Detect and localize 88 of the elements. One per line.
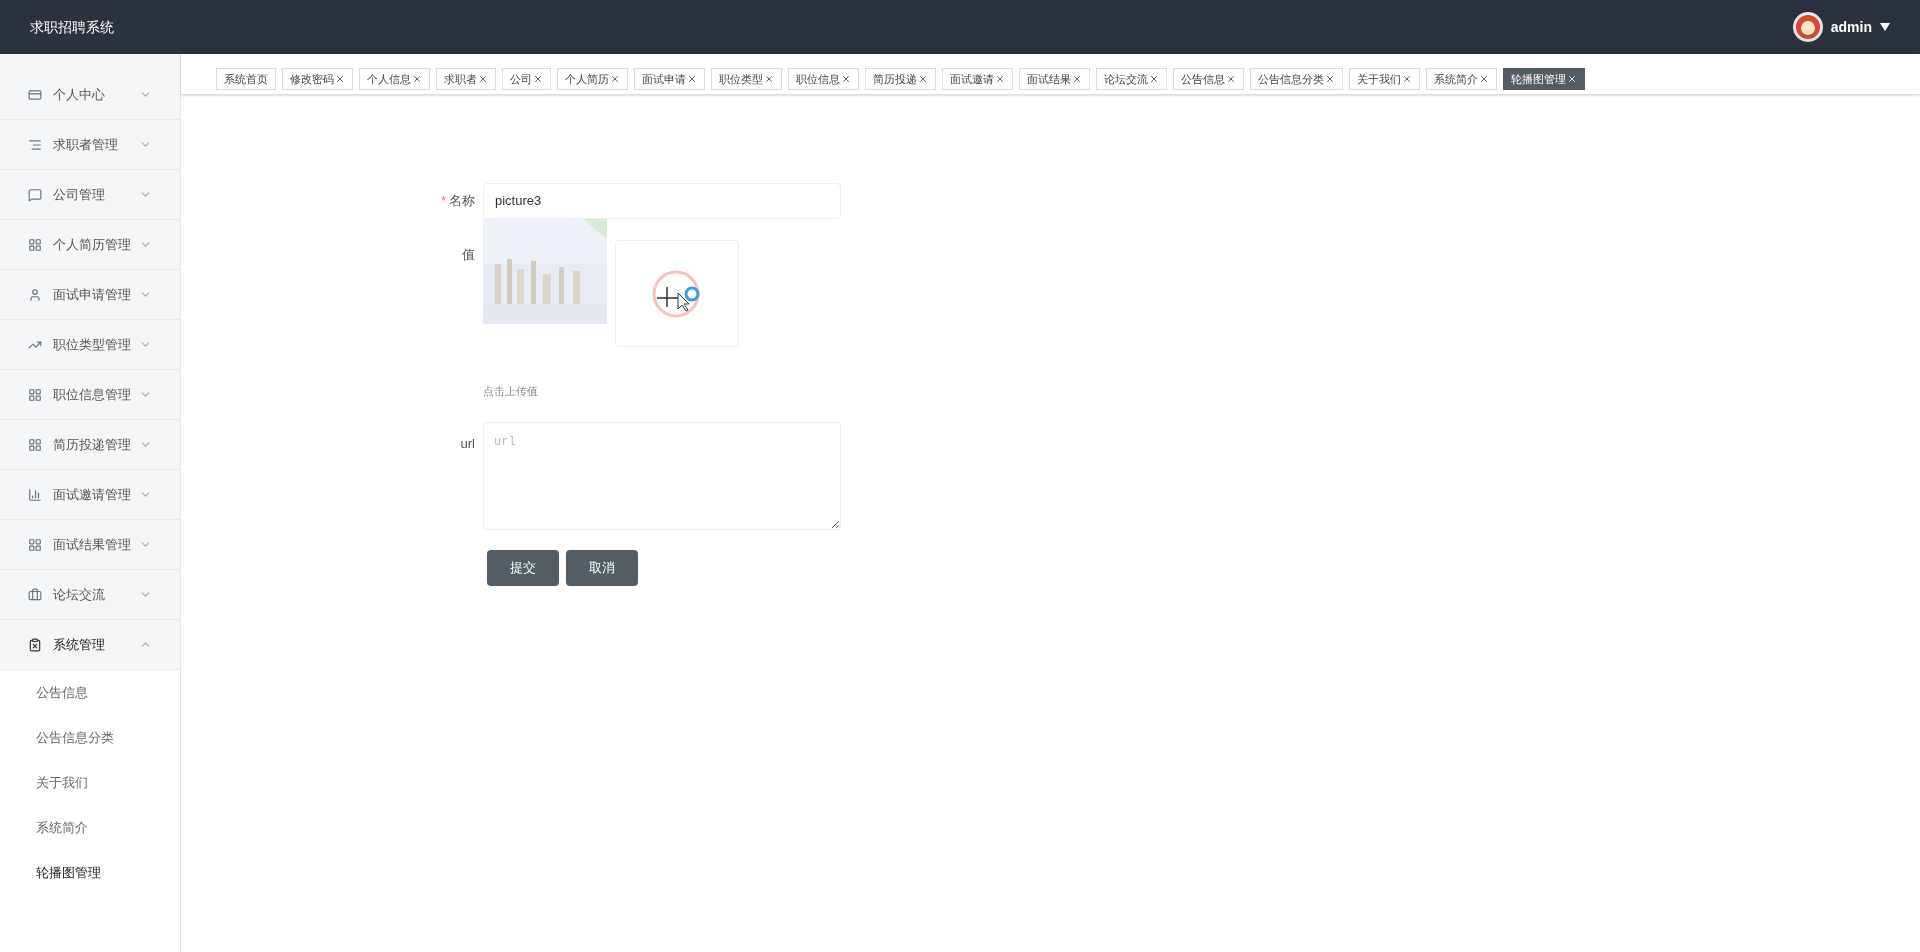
close-icon[interactable] bbox=[478, 74, 488, 84]
submenu-item[interactable]: 轮播图管理 bbox=[0, 850, 180, 895]
close-icon[interactable] bbox=[995, 74, 1005, 84]
close-icon[interactable] bbox=[610, 74, 620, 84]
page-tab[interactable]: 职位信息 bbox=[788, 68, 859, 90]
close-icon[interactable] bbox=[335, 74, 345, 84]
menu-label: 职位类型管理 bbox=[53, 335, 132, 354]
grid-icon bbox=[28, 437, 42, 452]
menu-label: 公司管理 bbox=[53, 185, 106, 204]
sidebar-menu-item[interactable]: 个人中心 bbox=[0, 70, 180, 120]
submenu-item[interactable]: 系统简介 bbox=[0, 805, 180, 850]
grid-icon bbox=[28, 237, 42, 252]
close-icon[interactable] bbox=[1226, 74, 1236, 84]
page-tab[interactable]: 系统简介 bbox=[1426, 68, 1497, 90]
sidebar-menu-item[interactable]: 简历投递管理 bbox=[0, 420, 180, 470]
page-tab[interactable]: 公司 bbox=[502, 68, 551, 90]
cursor-plus-icon bbox=[652, 268, 702, 319]
sidebar-menu-item[interactable]: 面试结果管理 bbox=[0, 520, 180, 570]
menu-label: 论坛交流 bbox=[53, 585, 106, 604]
user-name[interactable]: admin bbox=[1830, 16, 1872, 38]
sidebar-menu-item[interactable]: 职位类型管理 bbox=[0, 320, 180, 370]
menu-label: 面试申请管理 bbox=[53, 285, 132, 304]
chat-icon bbox=[28, 187, 42, 202]
person-icon bbox=[28, 287, 42, 302]
close-icon[interactable] bbox=[1479, 74, 1489, 84]
close-icon[interactable] bbox=[687, 74, 697, 84]
close-icon[interactable] bbox=[412, 74, 422, 84]
menu-label: 面试邀请管理 bbox=[53, 485, 132, 504]
grid-icon bbox=[28, 387, 42, 402]
lines-icon bbox=[28, 137, 42, 152]
close-icon[interactable] bbox=[533, 74, 543, 84]
page-tab[interactable]: 求职者 bbox=[436, 68, 496, 90]
menu-label: 职位信息管理 bbox=[53, 385, 132, 404]
avatar-icon bbox=[1792, 12, 1823, 42]
submit-button[interactable]: 提交 bbox=[487, 549, 559, 586]
page-tab[interactable]: 公告信息 bbox=[1173, 68, 1244, 90]
page-tab[interactable]: 职位类型 bbox=[711, 68, 782, 90]
submenu-item[interactable]: 关于我们 bbox=[0, 760, 180, 805]
close-icon[interactable] bbox=[918, 74, 928, 84]
sidebar-menu-item[interactable]: 面试申请管理 bbox=[0, 270, 180, 320]
page-tab[interactable]: 面试结果 bbox=[1019, 68, 1090, 90]
close-icon[interactable] bbox=[1402, 74, 1412, 84]
page-tab[interactable]: 系统首页 bbox=[216, 68, 276, 90]
dropdown-caret-icon[interactable] bbox=[1880, 23, 1890, 31]
app-title: 求职招聘系统 bbox=[30, 17, 114, 37]
sidebar-menu-item[interactable]: 论坛交流 bbox=[0, 570, 180, 620]
menu-label: 个人中心 bbox=[53, 85, 106, 104]
briefcase-icon bbox=[28, 587, 42, 602]
page-tab[interactable]: 关于我们 bbox=[1349, 68, 1420, 90]
menu-label: 简历投递管理 bbox=[53, 435, 132, 454]
cancel-button[interactable]: 取消 bbox=[566, 549, 638, 586]
upload-hint: 点击上传值 bbox=[483, 384, 538, 399]
required-asterisk: * bbox=[440, 192, 446, 211]
menu-label: 系统管理 bbox=[53, 635, 106, 654]
sidebar-menu-item[interactable]: 求职者管理 bbox=[0, 120, 180, 170]
submenu-item[interactable]: 公告信息 bbox=[0, 670, 180, 715]
close-icon[interactable] bbox=[1325, 74, 1335, 84]
close-icon[interactable] bbox=[764, 74, 774, 84]
card-icon bbox=[28, 87, 42, 102]
close-icon[interactable] bbox=[841, 74, 851, 84]
close-icon[interactable] bbox=[1149, 74, 1159, 84]
page-tab[interactable]: 简历投递 bbox=[865, 68, 936, 90]
sidebar-menu-item[interactable]: 个人简历管理 bbox=[0, 220, 180, 270]
page-tab[interactable]: 修改密码 bbox=[282, 68, 353, 90]
page-tab[interactable]: 个人简历 bbox=[557, 68, 628, 90]
menu-label: 个人简历管理 bbox=[53, 235, 132, 254]
field-label: 值 bbox=[462, 246, 475, 264]
page-tab[interactable]: 轮播图管理 bbox=[1503, 68, 1585, 90]
menu-label: 求职者管理 bbox=[53, 135, 119, 154]
menu-label: 面试结果管理 bbox=[53, 535, 132, 554]
close-icon[interactable] bbox=[1072, 74, 1082, 84]
sidebar-menu-item[interactable]: 职位信息管理 bbox=[0, 370, 180, 420]
page-tab[interactable]: 个人信息 bbox=[359, 68, 430, 90]
clipboard-icon bbox=[28, 637, 42, 652]
page-tab[interactable]: 公告信息分类 bbox=[1250, 68, 1343, 90]
field-label: 名称 bbox=[449, 192, 475, 211]
page-tab[interactable]: 论坛交流 bbox=[1096, 68, 1167, 90]
sidebar-menu-item[interactable]: 面试邀请管理 bbox=[0, 470, 180, 520]
close-icon[interactable] bbox=[1567, 74, 1577, 84]
page-tab[interactable]: 面试邀请 bbox=[942, 68, 1013, 90]
page-tab[interactable]: 面试申请 bbox=[634, 68, 705, 90]
name-input-field[interactable]: picture3 bbox=[483, 183, 841, 219]
submenu-item[interactable]: 公告信息分类 bbox=[0, 715, 180, 760]
bars-icon bbox=[28, 487, 42, 502]
grid-icon bbox=[28, 537, 42, 552]
field-label: url bbox=[460, 434, 475, 453]
sidebar-menu-item[interactable]: 公司管理 bbox=[0, 170, 180, 220]
url-text-area[interactable]: url bbox=[483, 421, 841, 530]
